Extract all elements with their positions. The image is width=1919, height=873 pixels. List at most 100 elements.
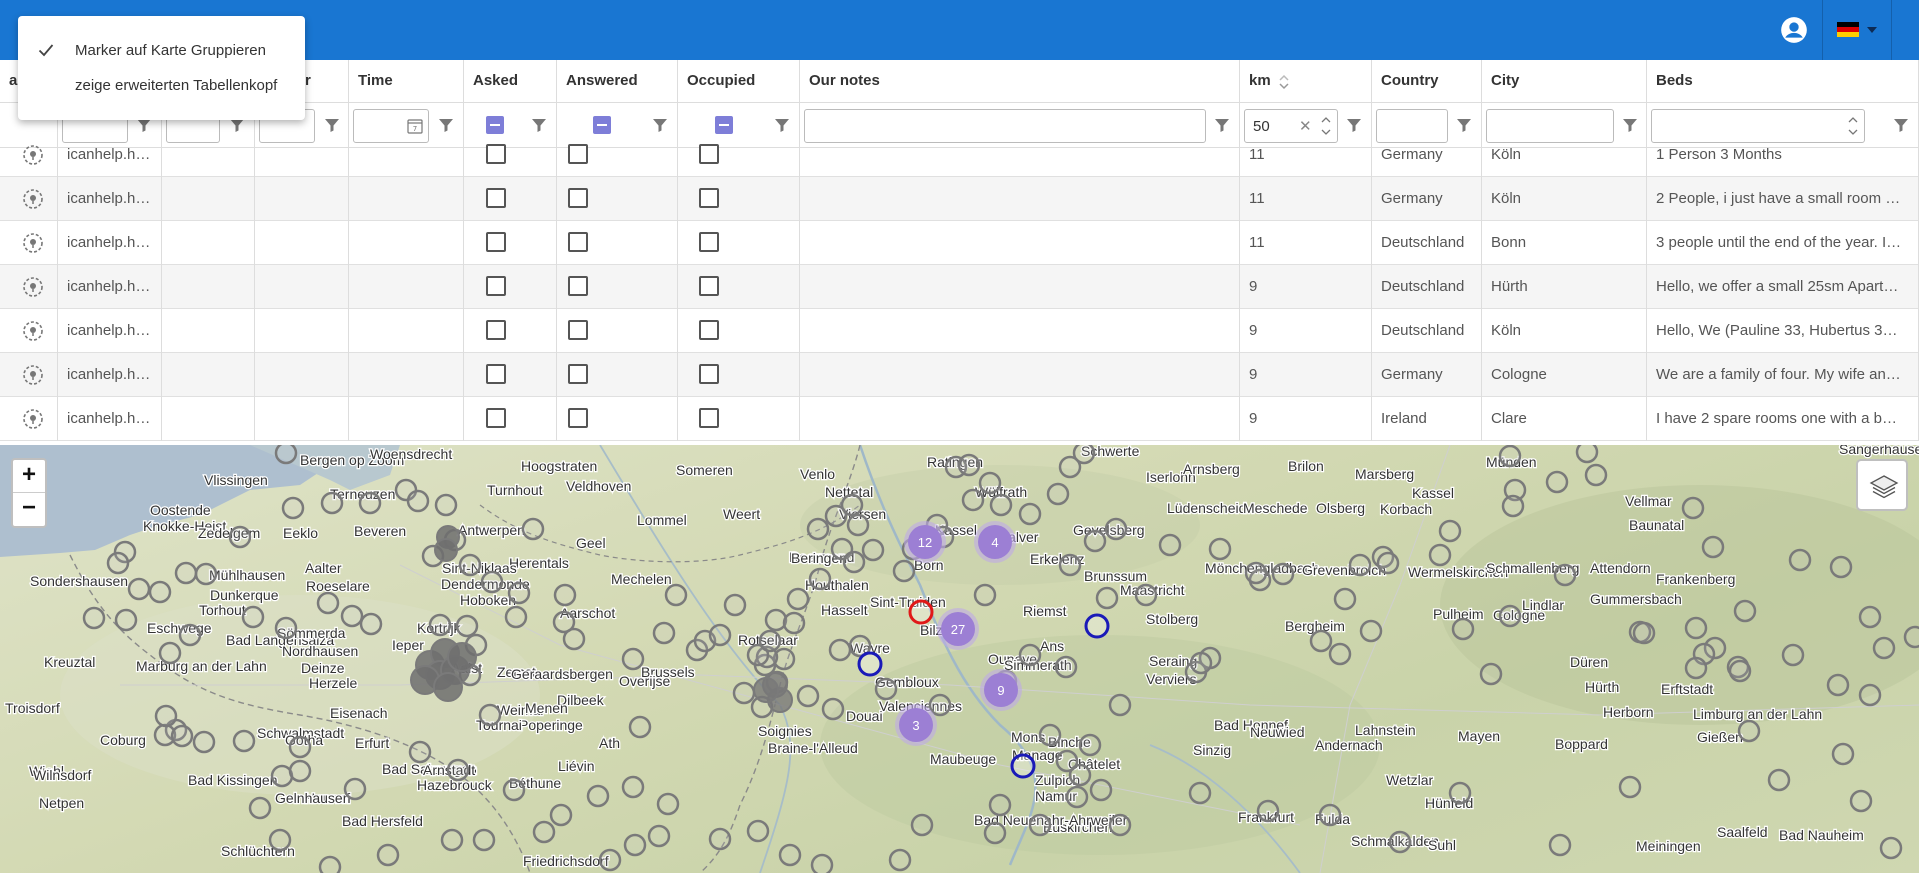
gray-marker[interactable] xyxy=(1701,535,1725,559)
row-checkbox[interactable] xyxy=(486,188,506,208)
gray-marker[interactable] xyxy=(1501,494,1525,518)
gray-marker[interactable] xyxy=(824,504,848,528)
gray-marker[interactable] xyxy=(821,697,845,721)
gray-marker[interactable] xyxy=(753,677,779,703)
zoom-out-button[interactable]: − xyxy=(13,492,45,524)
blue-marker[interactable] xyxy=(857,651,883,677)
gray-marker[interactable] xyxy=(928,693,952,717)
sort-icon[interactable] xyxy=(1278,74,1290,90)
gray-marker[interactable] xyxy=(359,612,383,636)
gray-marker[interactable] xyxy=(892,559,916,583)
gray-marker[interactable] xyxy=(288,759,312,783)
gray-marker[interactable] xyxy=(507,581,531,605)
row-checkbox[interactable] xyxy=(568,408,588,428)
row-checkbox[interactable] xyxy=(486,232,506,252)
gray-marker[interactable] xyxy=(127,577,151,601)
gray-marker[interactable] xyxy=(708,827,732,851)
location-pin-icon[interactable] xyxy=(22,320,44,342)
gray-marker[interactable] xyxy=(1858,683,1882,707)
gray-marker[interactable] xyxy=(178,623,202,647)
gray-marker[interactable] xyxy=(1618,775,1642,799)
gray-marker[interactable] xyxy=(1684,656,1708,680)
row-checkbox[interactable] xyxy=(699,188,719,208)
gray-marker[interactable] xyxy=(1018,643,1042,667)
gray-marker[interactable] xyxy=(1737,719,1761,743)
gray-marker[interactable] xyxy=(158,641,182,665)
gray-marker[interactable] xyxy=(447,642,477,672)
gray-marker[interactable] xyxy=(154,704,178,728)
filter-icon[interactable] xyxy=(531,117,547,133)
gray-marker[interactable] xyxy=(1055,749,1079,773)
column-header-time[interactable]: Time xyxy=(349,60,464,103)
map[interactable]: Vlissingen Bergen op Zoom Woensdrecht Hoogs… xyxy=(0,445,1919,873)
answered-indeterminate-checkbox[interactable] xyxy=(593,116,611,134)
gray-marker[interactable] xyxy=(1065,785,1089,809)
table-row[interactable]: icanhelp.h… 11 Germany Köln 2 People, i just… xyxy=(0,177,1919,221)
column-header-notes[interactable]: Our notes xyxy=(800,60,1240,103)
gray-marker[interactable] xyxy=(1849,789,1873,813)
gray-marker[interactable] xyxy=(598,848,622,872)
row-checkbox[interactable] xyxy=(568,188,588,208)
gray-marker[interactable] xyxy=(228,525,252,549)
gray-marker[interactable] xyxy=(621,647,645,671)
map-canvas[interactable]: VlissingenBergen op ZoomWoensdrechtHoogs… xyxy=(0,445,1919,873)
gray-marker[interactable] xyxy=(1158,533,1182,557)
row-checkbox[interactable] xyxy=(568,320,588,340)
filter-icon[interactable] xyxy=(1622,117,1638,133)
gray-marker[interactable] xyxy=(521,517,545,541)
gray-marker[interactable] xyxy=(1388,830,1412,854)
gray-marker[interactable] xyxy=(472,828,496,852)
gray-marker[interactable] xyxy=(888,848,912,872)
gray-marker[interactable] xyxy=(861,538,885,562)
table-row[interactable]: icanhelp.h… 9 Deutschland Köln Hello, We (Pa… xyxy=(0,309,1919,353)
gray-marker[interactable] xyxy=(174,561,198,585)
gray-marker[interactable] xyxy=(1058,553,1082,577)
gray-marker[interactable] xyxy=(656,792,680,816)
column-header-asked[interactable]: Asked xyxy=(464,60,557,103)
gray-marker[interactable] xyxy=(1767,768,1791,792)
gray-marker[interactable] xyxy=(434,538,458,562)
table-row[interactable]: icanhelp.h… 11 Germany Köln 1 Person 3 Month… xyxy=(0,133,1919,177)
row-checkbox[interactable] xyxy=(486,364,506,384)
gray-marker[interactable] xyxy=(1318,803,1342,827)
gray-marker[interactable] xyxy=(455,614,479,638)
gray-marker[interactable] xyxy=(148,580,172,604)
gray-marker[interactable] xyxy=(1328,642,1352,666)
gray-marker[interactable] xyxy=(1781,643,1805,667)
gray-marker[interactable] xyxy=(274,445,298,465)
gray-marker[interactable] xyxy=(320,491,344,515)
gray-marker[interactable] xyxy=(664,583,688,607)
gray-marker[interactable] xyxy=(340,604,364,628)
gray-marker[interactable] xyxy=(810,853,834,873)
menu-item-extended-header[interactable]: zeige erweiterten Tabellenkopf xyxy=(18,68,305,102)
gray-marker[interactable] xyxy=(708,623,732,647)
account-circle-icon[interactable] xyxy=(1780,16,1808,44)
gray-marker[interactable] xyxy=(1479,662,1503,686)
gray-marker[interactable] xyxy=(1545,470,1569,494)
language-selector[interactable] xyxy=(1822,0,1892,60)
gray-marker[interactable] xyxy=(480,570,504,594)
gray-marker[interactable] xyxy=(828,638,852,662)
gray-marker[interactable] xyxy=(248,796,272,820)
filter-icon[interactable] xyxy=(774,117,790,133)
row-checkbox[interactable] xyxy=(699,232,719,252)
location-pin-icon[interactable] xyxy=(22,408,44,430)
gray-marker[interactable] xyxy=(318,855,342,873)
gray-marker[interactable] xyxy=(1038,723,1062,747)
row-checkbox[interactable] xyxy=(699,408,719,428)
gray-marker[interactable] xyxy=(504,605,528,629)
gray-marker[interactable] xyxy=(978,471,1002,495)
gray-marker[interactable] xyxy=(1728,659,1752,683)
gray-marker[interactable] xyxy=(961,488,985,512)
gray-marker[interactable] xyxy=(989,493,1013,517)
row-checkbox[interactable] xyxy=(699,144,719,164)
gray-marker[interactable] xyxy=(1208,537,1232,561)
filter-icon[interactable] xyxy=(652,117,668,133)
gray-marker[interactable] xyxy=(1104,517,1128,541)
location-pin-icon[interactable] xyxy=(22,144,44,166)
gray-marker[interactable] xyxy=(1498,445,1522,468)
gray-marker[interactable] xyxy=(1548,833,1572,857)
gray-marker[interactable] xyxy=(1333,587,1357,611)
filter-icon[interactable] xyxy=(1893,117,1909,133)
gray-marker[interactable] xyxy=(796,684,820,708)
